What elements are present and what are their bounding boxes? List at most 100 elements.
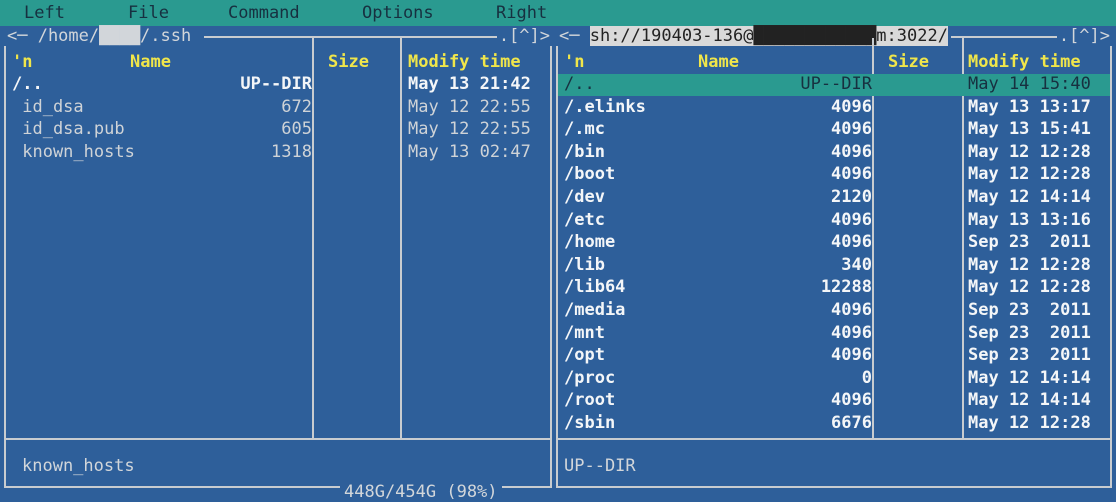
left-header-n[interactable]: 'n — [12, 52, 32, 72]
file-size: 4096 — [831, 119, 872, 140]
file-size: 12288 — [820, 277, 872, 298]
file-modify-time: May 13 13:17 — [968, 96, 1091, 117]
left-file-row[interactable]: /.. UP--DIR May 13 21:42 — [6, 74, 550, 96]
file-modify-time: May 12 12:28 — [968, 254, 1091, 275]
file-modify-time: Sep 23 2011 — [968, 345, 1091, 366]
file-size: 4096 — [831, 141, 872, 162]
file-size: 6676 — [831, 413, 872, 433]
file-size: 0 — [861, 367, 872, 388]
left-panel-controls[interactable]: .[^]> — [496, 26, 552, 46]
right-panel-path[interactable]: <─ sh://190403-136@████████████m:3022/ — [556, 26, 951, 46]
file-name: /root — [564, 390, 616, 411]
file-size: 4096 — [831, 390, 872, 411]
file-modify-time: May 12 22:55 — [408, 119, 531, 140]
file-name: id_dsa — [12, 96, 84, 117]
file-name: /etc — [564, 209, 605, 230]
file-name: /.. — [564, 74, 595, 94]
file-modify-time: May 12 14:14 — [968, 390, 1091, 411]
menu-right[interactable]: Right — [496, 3, 547, 23]
left-file-row[interactable]: id_dsa.pub 605 May 12 22:55 — [6, 119, 550, 141]
file-name: /boot — [564, 164, 616, 185]
right-file-row[interactable]: /root 4096 May 12 14:14 — [558, 390, 1110, 412]
file-name: /.elinks — [564, 96, 646, 117]
right-status-text: UP--DIR — [564, 456, 636, 476]
file-name: /lib — [564, 254, 605, 275]
left-status-text: known_hosts — [22, 456, 135, 476]
menu-command[interactable]: Command — [228, 3, 300, 23]
file-modify-time: May 12 12:28 — [968, 413, 1091, 433]
left-header-name[interactable]: Name — [130, 52, 171, 72]
file-name: /.. — [12, 74, 43, 94]
file-modify-time: May 12 22:55 — [408, 96, 531, 117]
left-panel-path[interactable]: <─ /home/████/.ssh — [4, 26, 205, 46]
file-size: 4096 — [831, 345, 872, 366]
left-header-time[interactable]: Modify time — [408, 52, 521, 72]
left-file-row[interactable]: known_hosts 1318 May 13 02:47 — [6, 142, 550, 164]
right-file-row[interactable]: /bin 4096 May 12 12:28 — [558, 142, 1110, 164]
left-header-size[interactable]: Size — [328, 52, 369, 72]
file-size: 1318 — [271, 141, 312, 162]
file-size: 672 — [281, 96, 312, 117]
right-path-url: sh://190403-136@████████████m:3022/ — [589, 26, 948, 46]
file-size: 605 — [281, 119, 312, 140]
file-modify-time: May 12 12:28 — [968, 141, 1091, 162]
file-modify-time: Sep 23 2011 — [968, 232, 1091, 253]
file-size: 4096 — [831, 209, 872, 230]
right-file-row[interactable]: /media 4096 Sep 23 2011 — [558, 300, 1110, 322]
right-file-row[interactable]: /sbin 6676 May 12 12:28 — [558, 413, 1110, 435]
file-name: /lib64 — [564, 277, 626, 298]
right-status-divider — [558, 438, 1110, 440]
right-file-row[interactable]: /opt 4096 Sep 23 2011 — [558, 345, 1110, 367]
right-file-row[interactable]: /etc 4096 May 13 13:16 — [558, 210, 1110, 232]
left-file-row[interactable]: id_dsa 672 May 12 22:55 — [6, 97, 550, 119]
right-file-row[interactable]: /lib 340 May 12 12:28 — [558, 255, 1110, 277]
menu-left[interactable]: Left — [24, 3, 65, 23]
file-name: /bin — [564, 141, 605, 162]
file-size: 2120 — [831, 187, 872, 207]
file-modify-time: May 13 02:47 — [408, 141, 531, 162]
file-modify-time: Sep 23 2011 — [968, 322, 1091, 343]
right-file-row[interactable]: /boot 4096 May 12 12:28 — [558, 164, 1110, 186]
file-size: UP--DIR — [240, 74, 312, 94]
file-size: 340 — [841, 254, 872, 275]
file-name: /.mc — [564, 119, 605, 140]
right-file-row[interactable]: /mnt 4096 Sep 23 2011 — [558, 323, 1110, 345]
disk-usage: 448G/454G (98%) — [340, 482, 502, 502]
file-size: 4096 — [831, 96, 872, 117]
file-name: known_hosts — [12, 141, 135, 162]
file-name: /home — [564, 232, 616, 253]
file-name: /proc — [564, 367, 616, 388]
file-modify-time: May 13 21:42 — [408, 74, 531, 94]
file-size: 4096 — [831, 300, 872, 320]
right-panel-controls[interactable]: .[^]> — [1056, 26, 1112, 46]
right-header-time[interactable]: Modify time — [968, 52, 1081, 72]
right-header-size[interactable]: Size — [888, 52, 929, 72]
menu-bar: Left File Command Options Right — [0, 0, 1116, 26]
file-size: 4096 — [831, 322, 872, 343]
right-file-row[interactable]: /.elinks 4096 May 13 13:17 — [558, 97, 1110, 119]
right-panel[interactable]: <─ sh://190403-136@████████████m:3022/ .… — [556, 26, 1112, 488]
file-modify-time: May 14 15:40 — [968, 74, 1091, 94]
menu-file[interactable]: File — [128, 3, 169, 23]
file-name: /media — [564, 300, 626, 320]
right-path-prefix: <─ — [559, 26, 590, 46]
left-panel[interactable]: <─ /home/████/.ssh .[^]> 'n Name Size Mo… — [4, 26, 552, 488]
file-modify-time: May 12 14:14 — [968, 187, 1091, 207]
right-file-row[interactable]: /home 4096 Sep 23 2011 — [558, 232, 1110, 254]
file-name: /dev — [564, 187, 605, 207]
file-modify-time: May 12 12:28 — [968, 164, 1091, 185]
right-file-row[interactable]: /.. UP--DIR May 14 15:40 — [558, 74, 1110, 96]
file-modify-time: May 12 12:28 — [968, 277, 1091, 298]
right-header-n[interactable]: 'n — [564, 52, 584, 72]
file-modify-time: May 13 13:16 — [968, 209, 1091, 230]
file-modify-time: May 12 14:14 — [968, 367, 1091, 388]
right-file-row[interactable]: /lib64 12288 May 12 12:28 — [558, 277, 1110, 299]
file-size: 4096 — [831, 232, 872, 253]
file-name: /opt — [564, 345, 605, 366]
file-size: 4096 — [831, 164, 872, 185]
right-file-row[interactable]: /dev 2120 May 12 14:14 — [558, 187, 1110, 209]
right-header-name[interactable]: Name — [698, 52, 739, 72]
right-file-row[interactable]: /.mc 4096 May 13 15:41 — [558, 119, 1110, 141]
menu-options[interactable]: Options — [362, 3, 434, 23]
right-file-row[interactable]: /proc 0 May 12 14:14 — [558, 368, 1110, 390]
